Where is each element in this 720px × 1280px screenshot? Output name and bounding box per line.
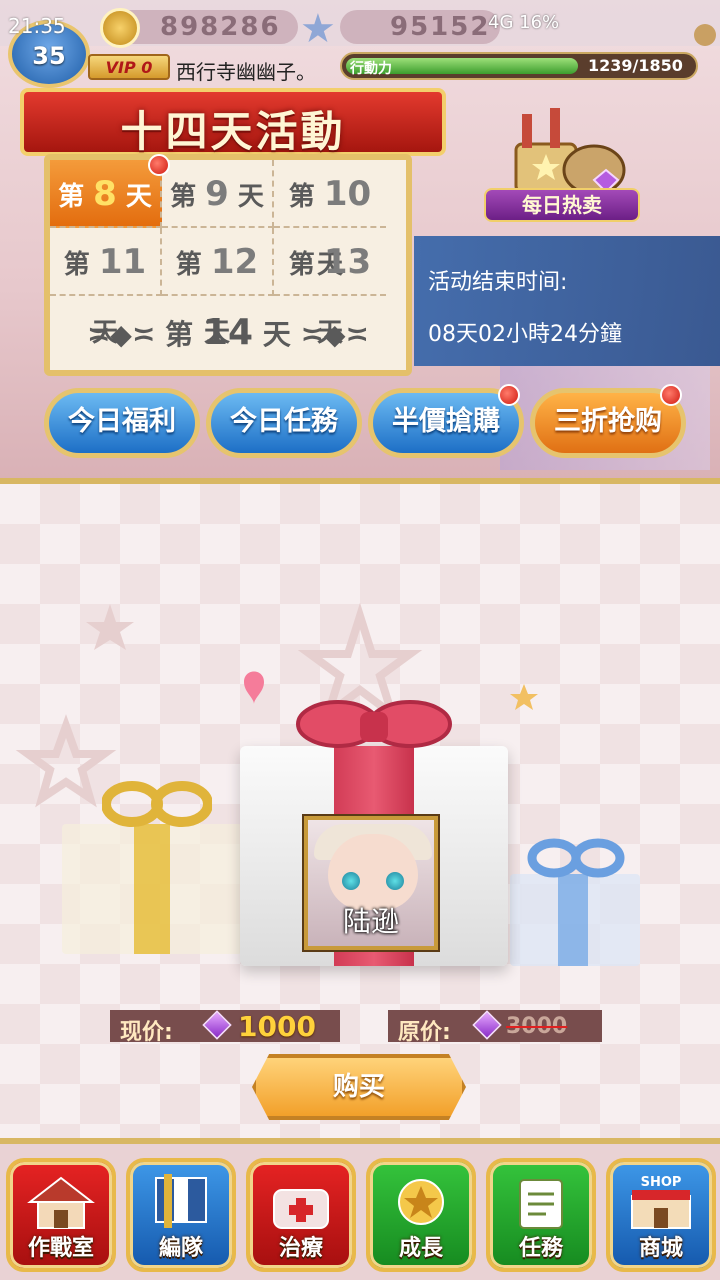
portrait-face xyxy=(328,834,418,910)
shop-icon: SHOP xyxy=(631,1175,691,1229)
ornament-left-icon: ≍◆≍ xyxy=(86,318,156,351)
nav-label: 作戰室 xyxy=(27,1236,94,1261)
daily-sale-chest-icon[interactable] xyxy=(496,108,636,198)
day-selector-panel: 第 8 天 第 9 天 第 10 天 第 11 天 第 12 天 第 13 天 … xyxy=(44,154,412,376)
discount-notification-dot xyxy=(660,384,682,406)
blue-bow-icon xyxy=(527,838,625,878)
day-8-button[interactable]: 第 8 天 xyxy=(50,160,162,228)
event-banner: 十四天活動 xyxy=(20,88,446,156)
end-time-value: 08天02小時24分鐘 xyxy=(428,322,622,347)
settings-gear-icon[interactable] xyxy=(694,24,716,46)
star-icon: ★ xyxy=(300,6,336,52)
nav-shop[interactable]: SHOP 商城 xyxy=(606,1158,716,1272)
offer-panel: 陆逊 现价: 1000 原价: 3000 购买 xyxy=(0,478,720,1144)
day-10-button[interactable]: 第 10 天 xyxy=(274,160,386,280)
half-price-notification-dot xyxy=(498,384,520,406)
original-price: 3000 xyxy=(506,1014,568,1039)
nav-label: 任務 xyxy=(518,1236,563,1261)
daily-sale-label[interactable]: 每日热卖 xyxy=(484,188,640,222)
nav-label: 成長 xyxy=(398,1236,443,1261)
day-9-button[interactable]: 第 9 天 xyxy=(162,160,274,228)
buy-button[interactable]: 购买 xyxy=(252,1054,466,1120)
current-price: 1000 xyxy=(238,1010,316,1043)
nav-war-room[interactable]: 作戰室 xyxy=(6,1158,116,1272)
day-suffix: 天 xyxy=(262,318,291,351)
stamina-value: 1239/1850 xyxy=(588,56,683,75)
gift-box-yellow xyxy=(62,781,242,954)
day-prefix: 第 xyxy=(63,250,90,280)
day-prefix: 第 xyxy=(165,318,194,351)
banner-icon xyxy=(155,1174,207,1228)
day-prefix: 第 xyxy=(175,250,202,280)
gem-value: 95152 xyxy=(390,12,491,42)
shop-badge-text: SHOP xyxy=(641,1175,682,1190)
nav-label: 治療 xyxy=(278,1236,323,1261)
day-number: 9 xyxy=(205,174,229,214)
event-timer-panel: 活动结束时间: 08天02小時24分鐘 xyxy=(414,236,720,366)
portrait-eye-right xyxy=(386,872,404,890)
original-price-label: 原价: xyxy=(398,1020,451,1045)
day-prefix: 第 xyxy=(288,182,315,212)
tab-daily-tasks[interactable]: 今日任務 xyxy=(206,388,362,458)
nav-formation[interactable]: 編隊 xyxy=(126,1158,236,1272)
gift-box-blue xyxy=(510,838,640,966)
day-number: 13 xyxy=(323,242,372,282)
character-portrait[interactable]: 陆逊 xyxy=(302,814,440,952)
nav-label: 商城 xyxy=(638,1236,683,1261)
coin-value: 898286 xyxy=(160,12,281,42)
day-number: 14 xyxy=(202,312,254,353)
crest-icon xyxy=(398,1179,444,1225)
vip-badge[interactable]: VIP 0 xyxy=(88,54,170,80)
day-suffix: 天 xyxy=(125,182,152,212)
clipboard-icon xyxy=(519,1179,563,1229)
nav-heal[interactable]: 治療 xyxy=(246,1158,356,1272)
system-status-icons: 4G 16% xyxy=(488,12,559,33)
yellow-ribbon xyxy=(134,824,170,954)
day-prefix: 第 xyxy=(170,182,197,212)
day-prefix: 第 xyxy=(58,182,85,212)
day-12-button[interactable]: 第 12 天 xyxy=(162,228,274,348)
medkit-icon xyxy=(273,1189,329,1229)
tab-daily-benefits[interactable]: 今日福利 xyxy=(44,388,200,458)
yellow-bow-icon xyxy=(102,781,212,827)
day-11-button[interactable]: 第 11 天 xyxy=(50,228,162,348)
stamina-label: 行動力 xyxy=(350,61,392,77)
day-prefix: 第 xyxy=(288,250,315,280)
day-number: 8 xyxy=(93,174,117,214)
player-name: 西行寺幽幽子。 xyxy=(176,60,316,84)
character-name: 陆逊 xyxy=(342,905,399,938)
day-suffix: 天 xyxy=(237,182,264,212)
day-number: 12 xyxy=(210,242,259,282)
portrait-eye-left xyxy=(342,872,360,890)
nav-growth[interactable]: 成長 xyxy=(366,1158,476,1272)
day-8-notification-dot xyxy=(148,154,170,176)
nav-tasks[interactable]: 任務 xyxy=(486,1158,596,1272)
end-time-label: 活动结束时间: xyxy=(428,270,568,295)
red-bow-icon xyxy=(296,700,452,748)
house-icon xyxy=(27,1176,95,1229)
nav-label: 編隊 xyxy=(158,1236,203,1261)
current-price-label: 现价: xyxy=(120,1020,173,1045)
clock: 21:35 xyxy=(8,14,66,38)
network-label: 4G xyxy=(488,12,514,33)
day-13-button[interactable]: 第 13 天 xyxy=(274,228,386,348)
ornament-right-icon: ≍◆≍ xyxy=(300,318,370,351)
vip-label: VIP 0 xyxy=(105,58,153,77)
day-14-button[interactable]: ≍◆≍ 第 14 天 ≍◆≍ xyxy=(50,296,406,370)
day-number: 11 xyxy=(98,242,147,282)
blue-ribbon xyxy=(558,874,588,966)
battery-label: 16% xyxy=(519,12,560,33)
player-level: 35 xyxy=(32,42,66,70)
day-number: 10 xyxy=(323,174,372,214)
coin-icon xyxy=(100,8,140,48)
bottom-navigation: 作戰室 編隊 治療 成長 任務 SHOP 商城 xyxy=(0,1146,720,1280)
event-title: 十四天活動 xyxy=(120,107,346,156)
